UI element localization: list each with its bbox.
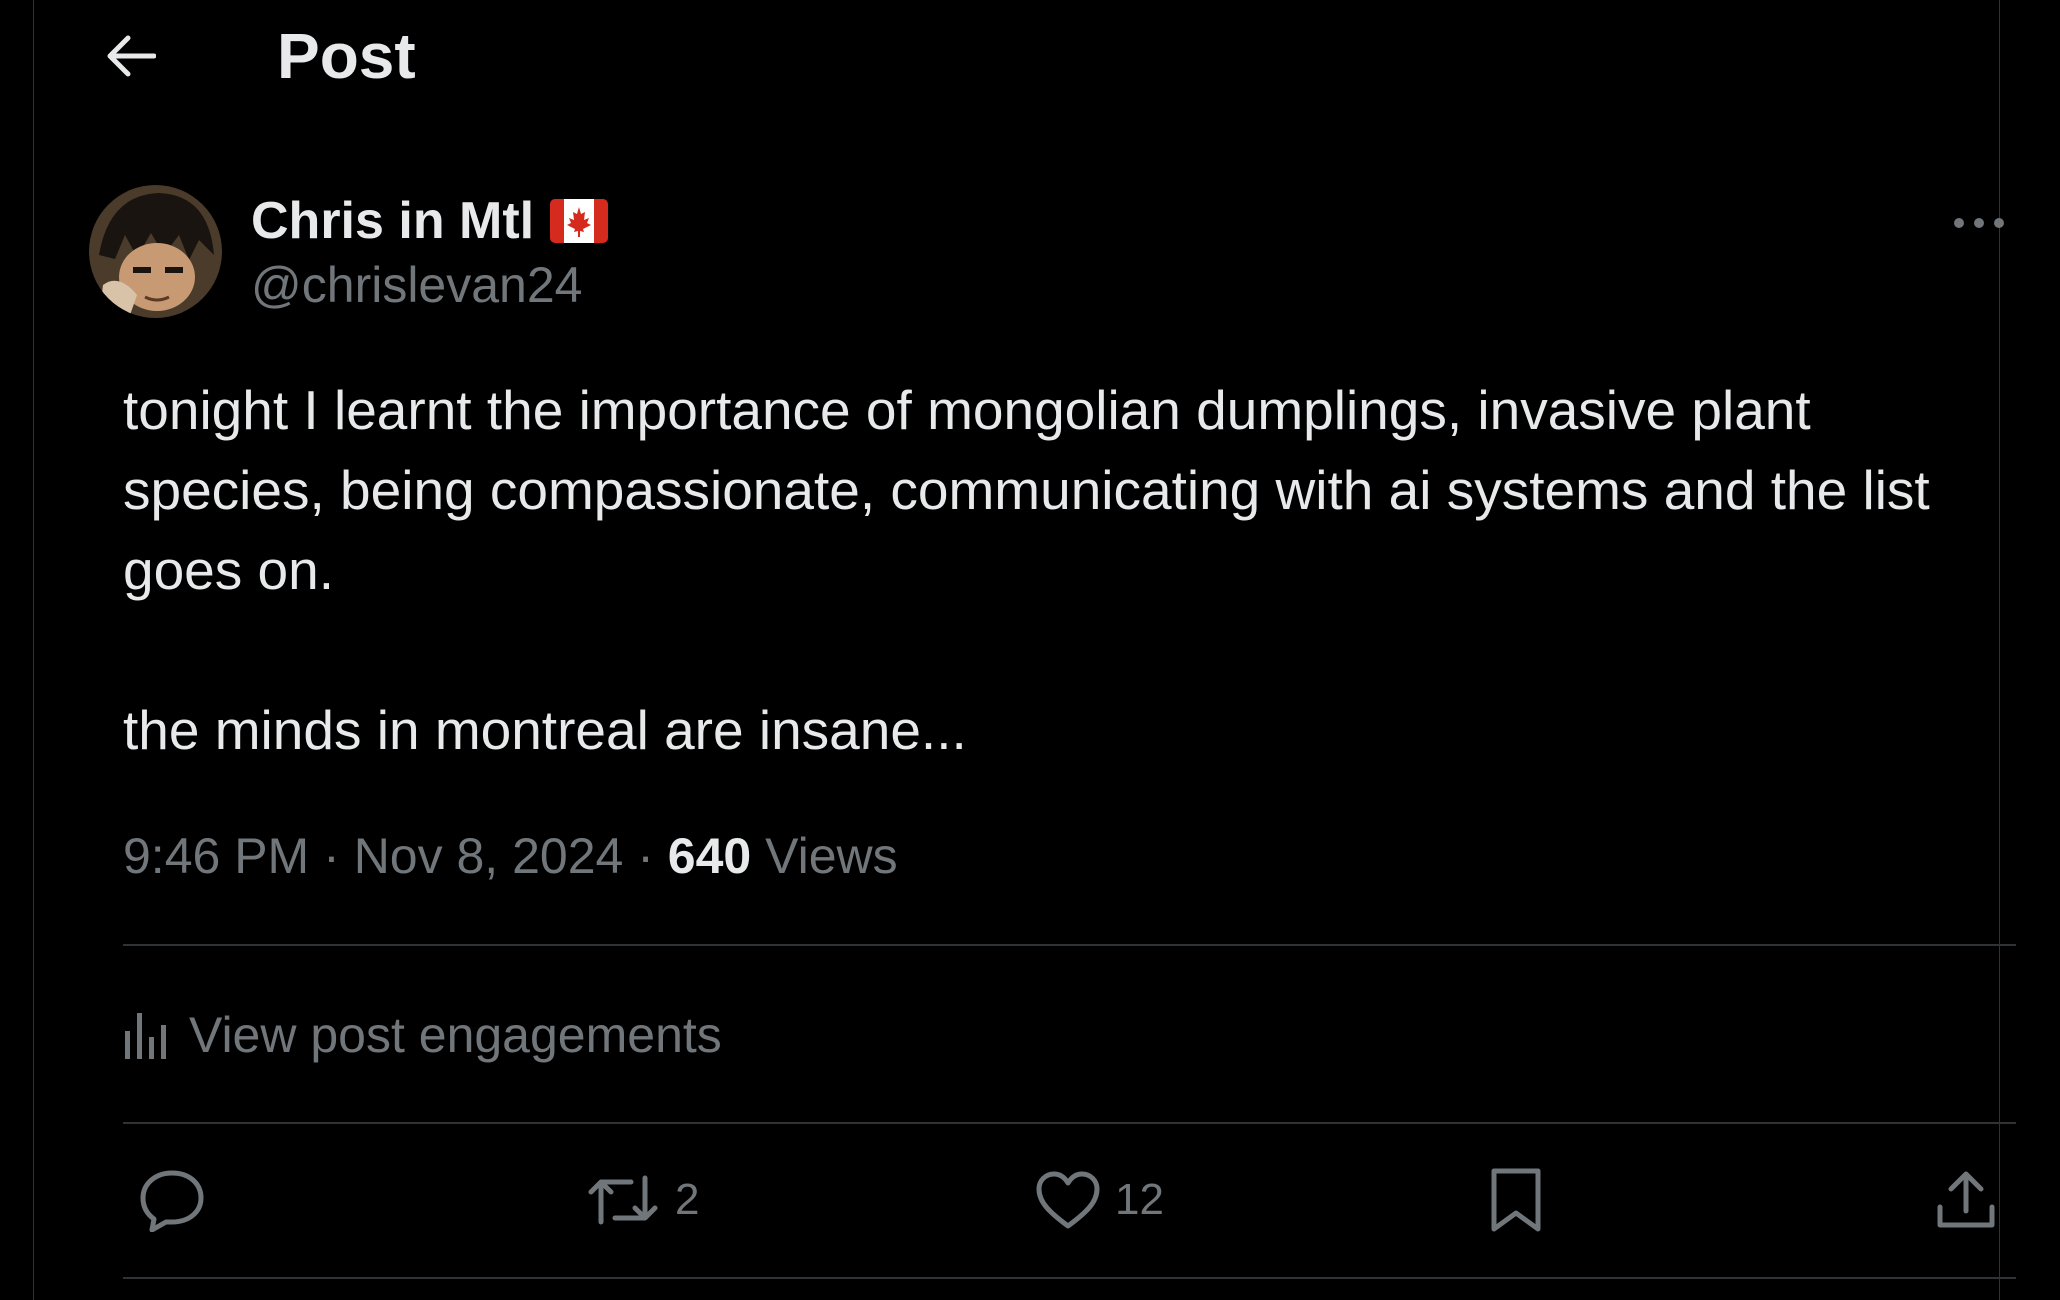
reply-button[interactable] bbox=[138, 1160, 220, 1240]
analytics-icon bbox=[125, 1013, 166, 1059]
divider bbox=[123, 1277, 2016, 1279]
like-button[interactable]: 12 bbox=[1035, 1160, 1164, 1240]
meta-separator: · bbox=[323, 828, 340, 884]
post-actions: 2 12 bbox=[123, 1160, 2016, 1240]
top-bar: Post bbox=[34, 0, 1999, 112]
view-engagements-label: View post engagements bbox=[189, 1007, 722, 1063]
repost-icon bbox=[588, 1175, 658, 1225]
meta-separator: · bbox=[637, 828, 654, 884]
views-label: Views bbox=[765, 828, 898, 884]
share-button[interactable] bbox=[1935, 1160, 1997, 1240]
heart-icon bbox=[1036, 1171, 1100, 1229]
back-arrow-icon bbox=[107, 35, 156, 77]
reply-icon bbox=[140, 1170, 204, 1232]
share-icon bbox=[1937, 1171, 1995, 1228]
canada-flag-icon bbox=[550, 199, 609, 243]
back-button[interactable] bbox=[94, 20, 166, 92]
more-options-button[interactable] bbox=[1939, 195, 2019, 251]
page-title: Post bbox=[277, 20, 416, 92]
more-dots-icon bbox=[1954, 218, 2004, 228]
view-engagements-link[interactable]: View post engagements bbox=[123, 995, 722, 1075]
post-time[interactable]: 9:46 PM bbox=[123, 828, 309, 884]
author-name-text: Chris in Mtl bbox=[251, 192, 535, 250]
repost-button[interactable]: 2 bbox=[585, 1160, 699, 1240]
author-handle[interactable]: @chrislevan24 bbox=[251, 255, 582, 315]
avatar[interactable] bbox=[89, 185, 222, 318]
bookmark-button[interactable] bbox=[1488, 1160, 1544, 1240]
post-text: tonight I learnt the importance of mongo… bbox=[123, 379, 1930, 761]
views-count: 640 bbox=[667, 828, 752, 884]
post-meta: 9:46 PM · Nov 8, 2024 · 640 Views bbox=[123, 820, 898, 892]
divider bbox=[123, 944, 2016, 946]
author-display-name[interactable]: Chris in Mtl bbox=[251, 191, 609, 251]
avatar-image bbox=[89, 185, 222, 318]
bookmark-icon bbox=[1491, 1168, 1541, 1232]
like-count: 12 bbox=[1115, 1175, 1164, 1224]
post-author: Chris in Mtl @chrislevan24 bbox=[89, 185, 2019, 320]
post-detail-column: Post Chris in Mtl @chrislevan24 tonight … bbox=[33, 0, 2016, 1300]
divider bbox=[123, 1122, 2016, 1124]
post-date[interactable]: Nov 8, 2024 bbox=[354, 828, 624, 884]
repost-count: 2 bbox=[675, 1175, 700, 1224]
